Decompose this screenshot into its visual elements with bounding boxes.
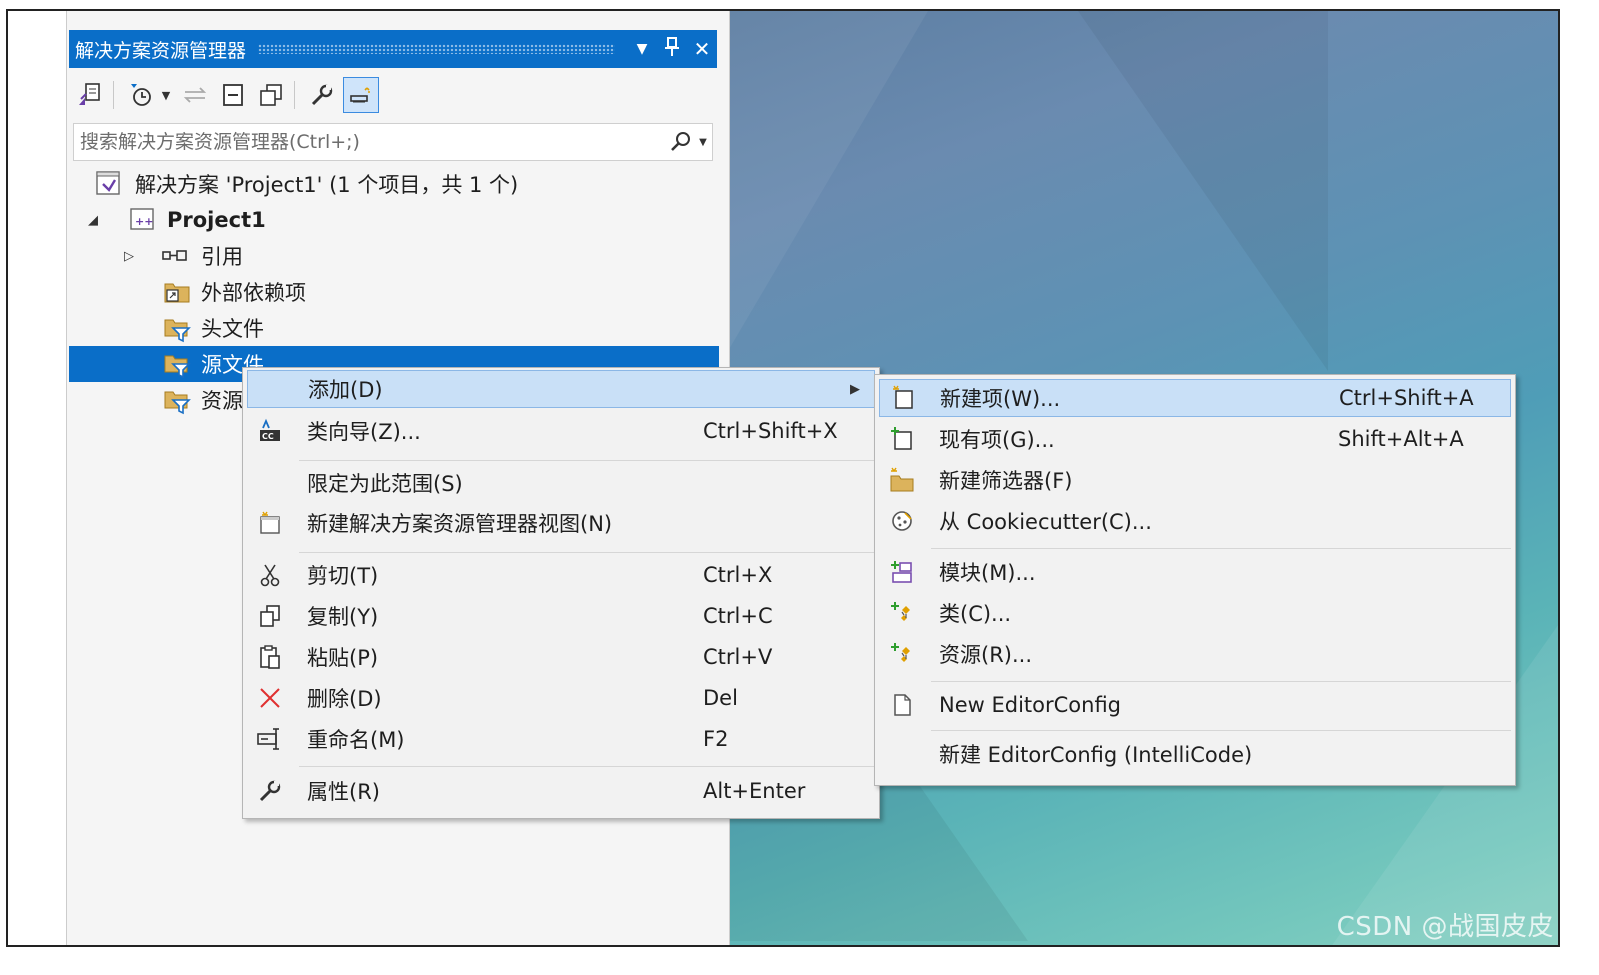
delete-icon bbox=[255, 683, 285, 713]
pending-changes-filter-icon[interactable] bbox=[124, 78, 158, 112]
tree-item-label: Project1 bbox=[167, 208, 266, 232]
submenu-item-resource[interactable]: 资源(R)... bbox=[879, 635, 1511, 673]
search-icon[interactable] bbox=[668, 131, 694, 153]
window-position-dropdown-icon[interactable]: ▼ bbox=[627, 41, 657, 57]
collapsed-arrow-icon[interactable]: ▷ bbox=[121, 249, 137, 264]
menu-item-add[interactable]: 添加(D) ▶ bbox=[247, 370, 875, 408]
pin-icon[interactable] bbox=[657, 36, 687, 62]
search-options-chevron-down-icon[interactable]: ▼ bbox=[694, 137, 712, 148]
filter-folder-icon bbox=[163, 314, 191, 343]
submenu-item-module[interactable]: 模块(M)... bbox=[879, 553, 1511, 591]
properties-wrench-icon[interactable] bbox=[305, 78, 339, 112]
submenu-item-cookiecutter[interactable]: 从 Cookiecutter(C)... bbox=[879, 502, 1511, 540]
new-item-icon bbox=[888, 383, 918, 413]
tree-item-references[interactable]: ▷ 引用 bbox=[69, 238, 719, 274]
submenu-item-class[interactable]: 类(C)... bbox=[879, 594, 1511, 632]
explorer-search-box[interactable]: ▼ bbox=[73, 123, 713, 161]
watermark: CSDN @战国皮皮 bbox=[1336, 912, 1554, 942]
paste-icon bbox=[255, 642, 285, 672]
new-filter-icon bbox=[887, 465, 917, 495]
explorer-titlebar: 解决方案资源管理器 ▼ ✕ bbox=[69, 30, 717, 68]
submenu-item-existing-item[interactable]: 现有项(G)... Shift+Alt+A bbox=[879, 420, 1511, 458]
add-submenu: 新建项(W)... Ctrl+Shift+A 现有项(G)... Shift+A… bbox=[874, 374, 1516, 786]
menu-item-new-explorer-view[interactable]: 新建解决方案资源管理器视图(N) bbox=[247, 504, 875, 542]
preview-selected-items-icon[interactable] bbox=[343, 77, 379, 113]
cookiecutter-icon bbox=[887, 506, 917, 536]
search-input[interactable] bbox=[74, 130, 668, 154]
rename-icon bbox=[255, 724, 285, 754]
tree-item-external-deps[interactable]: 外部依赖项 bbox=[69, 274, 719, 310]
sync-active-document-icon[interactable] bbox=[178, 78, 212, 112]
submenu-item-new-filter[interactable]: 新建筛选器(F) bbox=[879, 461, 1511, 499]
submenu-item-new-editorconfig-intellicode[interactable]: 新建 EditorConfig (IntelliCode) bbox=[879, 735, 1511, 773]
menu-item-cut[interactable]: 剪切(T) Ctrl+X bbox=[247, 556, 875, 594]
collapse-all-icon[interactable] bbox=[216, 78, 250, 112]
tree-item-label: 解决方案 'Project1' (1 个项目，共 1 个) bbox=[135, 173, 519, 197]
references-icon bbox=[161, 242, 189, 270]
submenu-item-new-item[interactable]: 新建项(W)... Ctrl+Shift+A bbox=[879, 379, 1511, 417]
copy-icon bbox=[255, 601, 285, 631]
switch-views-icon[interactable] bbox=[73, 78, 107, 112]
properties-icon bbox=[255, 776, 285, 806]
tree-item-project[interactable]: ◢ ++ Project1 bbox=[69, 202, 719, 238]
tree-item-solution[interactable]: 解决方案 'Project1' (1 个项目，共 1 个) bbox=[69, 166, 719, 202]
menu-item-copy[interactable]: 复制(Y) Ctrl+C bbox=[247, 597, 875, 635]
class-wizard-icon: CC bbox=[255, 416, 285, 446]
menu-item-properties[interactable]: 属性(R) Alt+Enter bbox=[247, 772, 875, 810]
module-icon bbox=[887, 557, 917, 587]
show-all-files-icon[interactable] bbox=[254, 78, 288, 112]
svg-text:++: ++ bbox=[135, 215, 153, 228]
tree-item-label: 头文件 bbox=[201, 317, 264, 341]
new-view-icon bbox=[255, 508, 285, 538]
filter-dropdown-icon[interactable]: ▼ bbox=[158, 78, 174, 112]
filter-folder-icon bbox=[163, 386, 191, 415]
solution-icon bbox=[95, 170, 123, 198]
tree-item-label: 引用 bbox=[201, 245, 243, 269]
editorconfig-icon bbox=[887, 690, 917, 720]
tree-item-header-files[interactable]: 头文件 bbox=[69, 310, 719, 346]
tree-item-label: 资源 bbox=[201, 389, 243, 413]
screenshot-frame: CSDN @战国皮皮 解决方案资源管理器 ▼ ✕ ▼ 搜索解决方案资源管理器(C… bbox=[6, 9, 1560, 947]
menu-item-scope-to-this[interactable]: 限定为此范围(S) bbox=[247, 464, 875, 502]
explorer-title: 解决方案资源管理器 bbox=[75, 39, 247, 62]
menu-item-paste[interactable]: 粘贴(P) Ctrl+V bbox=[247, 638, 875, 676]
project-icon: ++ bbox=[129, 206, 157, 234]
menu-item-delete[interactable]: 删除(D) Del bbox=[247, 679, 875, 717]
cut-icon bbox=[255, 560, 285, 590]
submenu-item-new-editorconfig[interactable]: New EditorConfig bbox=[879, 686, 1511, 724]
close-icon[interactable]: ✕ bbox=[687, 37, 717, 61]
tree-item-label: 外部依赖项 bbox=[201, 281, 306, 305]
existing-item-icon bbox=[887, 424, 917, 454]
class-icon bbox=[887, 598, 917, 628]
menu-item-class-wizard[interactable]: CC 类向导(Z)... Ctrl+Shift+X bbox=[247, 412, 875, 450]
external-deps-icon bbox=[163, 278, 191, 306]
filter-folder-icon bbox=[163, 350, 191, 379]
menu-item-rename[interactable]: 重命名(M) F2 bbox=[247, 720, 875, 758]
submenu-arrow-icon: ▶ bbox=[850, 381, 860, 397]
explorer-toolbar: ▼ bbox=[69, 73, 717, 117]
context-menu: 添加(D) ▶ CC 类向导(Z)... Ctrl+Shift+X 限定为此范围… bbox=[242, 367, 880, 819]
resource-icon bbox=[887, 639, 917, 669]
svg-text:CC: CC bbox=[262, 432, 274, 441]
expanded-arrow-icon[interactable]: ◢ bbox=[85, 213, 101, 228]
